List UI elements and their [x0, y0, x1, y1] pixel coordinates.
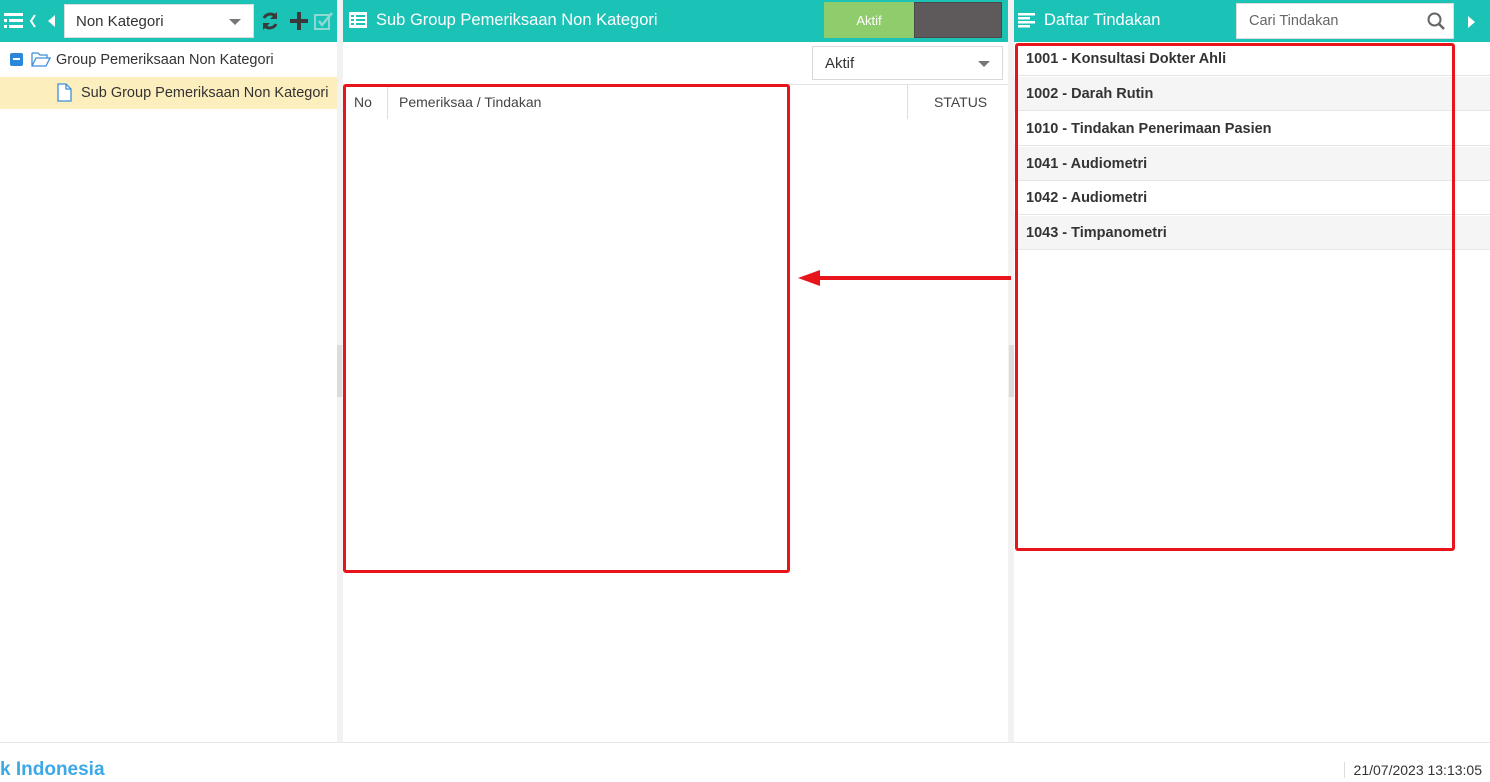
- search-input[interactable]: Cari Tindakan: [1236, 3, 1454, 39]
- prev-icon[interactable]: [46, 12, 58, 30]
- list-item[interactable]: 1010 - Tindakan Penerimaan Pasien: [1014, 112, 1490, 146]
- tindakan-header: Daftar Tindakan Cari Tindakan: [1014, 0, 1490, 42]
- status-toggle-off[interactable]: [914, 2, 1002, 38]
- list-icon: [349, 12, 367, 31]
- subgroup-header: Sub Group Pemeriksaan Non Kategori Aktif: [343, 0, 1008, 42]
- chevron-down-icon: [978, 61, 990, 67]
- datetime: 21/07/2023 13:13:05: [1343, 762, 1482, 778]
- list-item[interactable]: 1002 - Darah Rutin: [1014, 77, 1490, 111]
- table-header: No Pemeriksaa / Tindakan STATUS: [343, 84, 1008, 119]
- list-item[interactable]: 1001 - Konsultasi Dokter Ahli: [1014, 42, 1490, 76]
- refresh-icon[interactable]: [259, 10, 281, 32]
- category-panel: Non Kategori Group Pemeriksaan Non Kateg…: [0, 0, 337, 742]
- column-no[interactable]: No: [354, 85, 372, 119]
- next-icon[interactable]: [1468, 15, 1476, 31]
- chevron-down-icon: [229, 19, 241, 25]
- status-toggle-on[interactable]: Aktif: [824, 2, 914, 38]
- left-splitter[interactable]: [337, 345, 342, 397]
- list-menu-icon[interactable]: [3, 11, 23, 31]
- tree-node-label: Group Pemeriksaan Non Kategori: [56, 52, 274, 68]
- brand-logo: k Indonesia: [0, 759, 105, 780]
- page-title: Sub Group Pemeriksaan Non Kategori: [376, 11, 658, 29]
- tree-node-group[interactable]: Group Pemeriksaan Non Kategori: [0, 44, 337, 76]
- category-toolbar: Non Kategori: [0, 0, 337, 42]
- tree-node-label: Sub Group Pemeriksaan Non Kategori: [81, 85, 329, 101]
- folder-open-icon: [31, 51, 52, 71]
- collapse-left-icon[interactable]: [28, 12, 38, 30]
- status-filter-value: Aktif: [825, 54, 855, 72]
- subgroup-panel: Sub Group Pemeriksaan Non Kategori Aktif…: [343, 0, 1008, 742]
- status-filter-select[interactable]: Aktif: [812, 46, 1003, 80]
- plus-icon[interactable]: [288, 10, 310, 32]
- file-icon: [57, 83, 72, 106]
- list-item[interactable]: 1043 - Timpanometri: [1014, 216, 1490, 250]
- list-item[interactable]: 1041 - Audiometri: [1014, 147, 1490, 181]
- tindakan-panel: Daftar Tindakan Cari Tindakan 1001 - Kon…: [1014, 0, 1490, 742]
- column-status[interactable]: STATUS: [934, 85, 987, 119]
- tree-node-subgroup[interactable]: Sub Group Pemeriksaan Non Kategori: [0, 77, 337, 109]
- search-placeholder: Cari Tindakan: [1249, 13, 1339, 29]
- status-toggle-label: Aktif: [856, 12, 882, 28]
- footer: k Indonesia 21/07/2023 13:13:05: [0, 742, 1490, 782]
- category-select-value: Non Kategori: [76, 12, 164, 30]
- list-item[interactable]: 1042 - Audiometri: [1014, 181, 1490, 215]
- column-name[interactable]: Pemeriksaa / Tindakan: [399, 85, 541, 119]
- tree-collapse-icon[interactable]: [10, 53, 23, 66]
- search-icon[interactable]: [1427, 12, 1445, 34]
- tindakan-title: Daftar Tindakan: [1044, 11, 1161, 29]
- edit-check-icon[interactable]: [313, 10, 335, 32]
- arrow-left-icon: [798, 270, 1011, 286]
- category-select[interactable]: Non Kategori: [64, 4, 254, 38]
- list-align-icon: [1018, 13, 1035, 31]
